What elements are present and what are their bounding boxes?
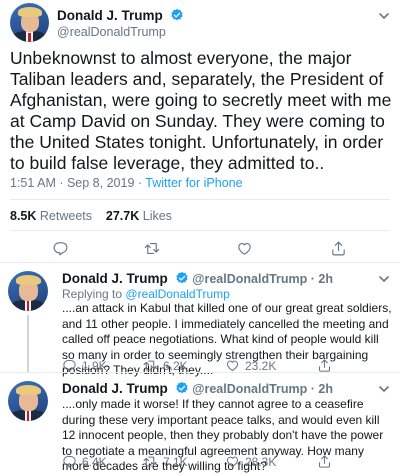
retweet-icon [144,242,160,255]
reply-count: 6.4K [82,454,107,469]
retweet-button[interactable] [143,240,161,257]
tweet-text: Unbeknownst to almost everyone, the majo… [10,48,392,173]
reply-tweet[interactable]: Donald J. Trump @realDonaldTrump · 2h Re… [0,263,400,377]
retweet-count: 6.2K [163,358,188,373]
like-count: 28.3K [245,454,277,469]
like-count: 23.2K [245,358,277,373]
chevron-down-icon[interactable] [378,383,390,398]
verified-badge-icon [170,8,183,21]
like-button[interactable]: 23.2K [225,358,276,373]
share-icon [332,241,345,256]
retweet-icon [143,360,157,371]
tweet-source-link[interactable]: Twitter for iPhone [145,176,242,190]
thread-connector [27,315,29,373]
chevron-down-icon[interactable] [378,273,390,288]
replying-to: Replying to @realDonaldTrump [62,287,230,301]
author-name[interactable]: Donald J. Trump @realDonaldTrump · 2h [62,271,333,286]
reply-icon [63,455,76,468]
retweet-icon [143,456,157,467]
likes-stat[interactable]: 27.7K Likes [106,209,172,223]
heart-icon [238,242,251,255]
timestamp[interactable]: 1:51 AM · Sep 8, 2019 · [10,176,142,190]
reply-count: 1.9K [82,358,107,373]
share-icon [318,455,331,468]
reply-button[interactable] [52,240,69,257]
tweet-meta: 1:51 AM · Sep 8, 2019 · Twitter for iPho… [10,176,243,190]
reply-button[interactable]: 1.9K [62,358,107,373]
divider [10,199,390,200]
retweets-stat[interactable]: 8.5K Retweets [10,209,92,223]
share-button[interactable] [317,454,332,469]
share-button[interactable] [330,240,347,257]
tweet-meta[interactable]: @realDonaldTrump · 2h [192,382,333,396]
like-button[interactable]: 28.3K [225,454,276,469]
avatar[interactable] [8,381,48,421]
divider [10,230,390,231]
reply-icon [63,359,76,372]
replying-to-link[interactable]: @realDonaldTrump [125,287,229,301]
heart-icon [226,360,239,372]
share-button[interactable] [317,358,332,373]
author-handle[interactable]: @realDonaldTrump [57,25,166,39]
author-name[interactable]: Donald J. Trump [57,8,184,23]
verified-badge-icon [175,381,188,394]
avatar[interactable] [8,271,48,311]
main-tweet: Donald J. Trump @realDonaldTrump Unbekno… [0,0,400,262]
retweet-button[interactable]: 7.1K [142,454,188,469]
avatar[interactable] [10,3,49,42]
retweet-button[interactable]: 6.2K [142,358,188,373]
chevron-down-icon[interactable] [378,10,390,25]
author-name[interactable]: Donald J. Trump @realDonaldTrump · 2h [62,381,333,396]
reply-button[interactable]: 6.4K [62,454,107,469]
verified-badge-icon [175,271,188,284]
tweet-meta[interactable]: @realDonaldTrump · 2h [192,272,333,286]
share-icon [318,359,331,372]
main-action-bar [0,240,400,258]
engagement-stats: 8.5K Retweets 27.7K Likes [10,209,172,223]
like-button[interactable] [236,240,253,257]
retweet-count: 7.1K [163,454,188,469]
reply-icon [53,242,68,256]
reply-action-bar: 6.4K 7.1K 28.3K [62,454,392,472]
heart-icon [226,456,239,468]
reply-tweet[interactable]: Donald J. Trump @realDonaldTrump · 2h ..… [0,373,400,473]
